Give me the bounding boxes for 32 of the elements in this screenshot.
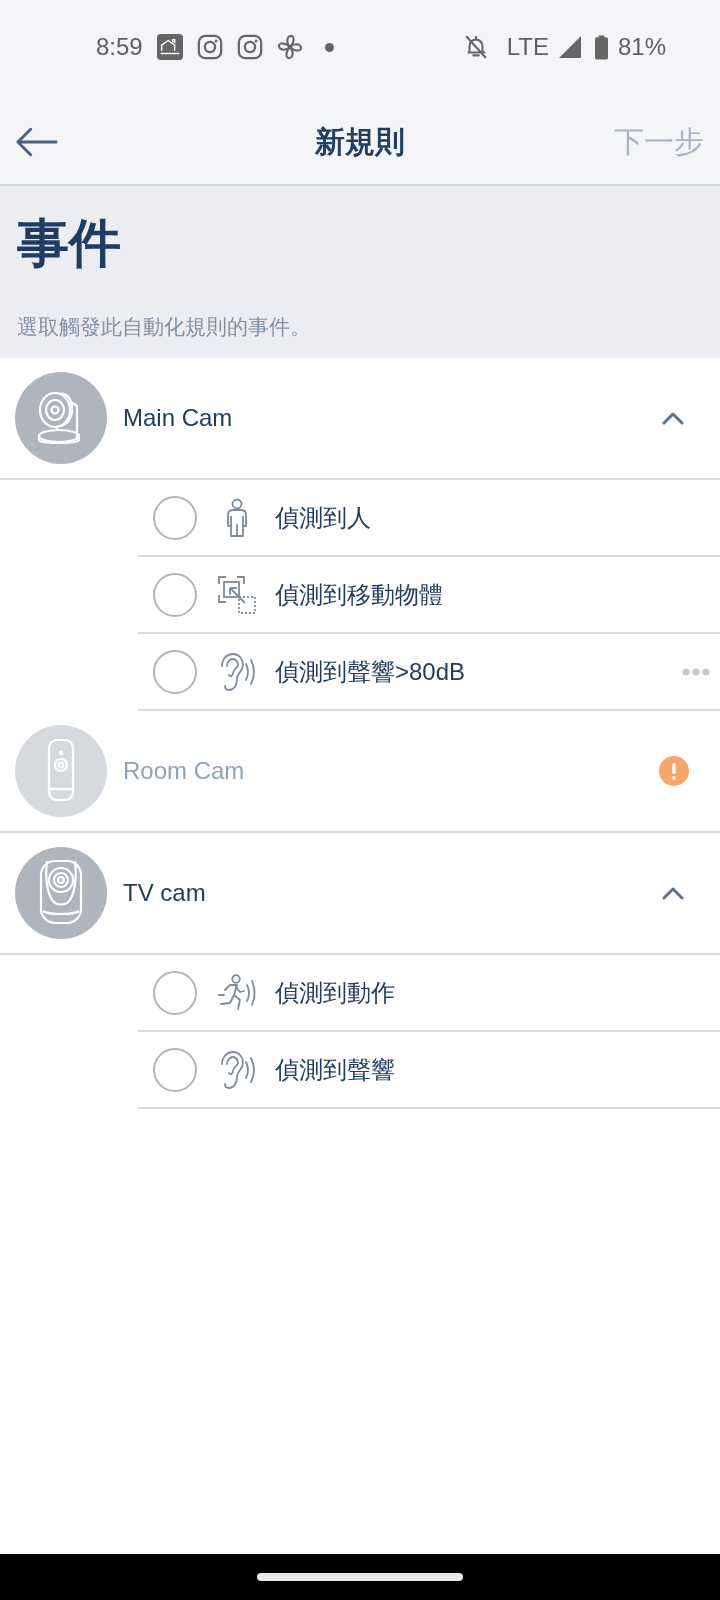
event-label: 偵測到人 (275, 502, 371, 533)
collapse-chevron-icon[interactable] (662, 411, 684, 425)
pinwheel-icon (276, 34, 303, 60)
device-name[interactable]: Main Cam (123, 404, 233, 432)
home-handle[interactable] (257, 1573, 463, 1581)
battery-percent: 81% (617, 35, 666, 59)
notification-dot-icon (324, 42, 334, 52)
radio-button[interactable] (153, 649, 197, 694)
radio-button[interactable] (153, 495, 197, 540)
camera-app-notification-icon (196, 34, 223, 60)
device-name[interactable]: TV cam (123, 879, 206, 907)
more-options-icon[interactable] (682, 667, 710, 676)
camera-app-notification-icon (236, 34, 263, 60)
back-icon[interactable] (15, 127, 58, 157)
radio-button[interactable] (153, 1047, 197, 1092)
app-house-notification-icon (156, 34, 183, 60)
running-person-icon (217, 972, 257, 1013)
moving-object-icon (217, 574, 257, 615)
radio-button[interactable] (153, 572, 197, 617)
event-label: 偵測到動作 (275, 977, 395, 1008)
clock-time: 8:59 (96, 35, 143, 59)
network-type: LTE (506, 35, 549, 59)
page-title: 新規則 (314, 123, 405, 160)
signal-icon (558, 36, 581, 58)
event-label: 偵測到聲響>80dB (275, 656, 466, 687)
section-title: 事件 (17, 213, 122, 274)
collapse-chevron-icon[interactable] (662, 886, 684, 900)
battery-icon (594, 34, 608, 60)
radio-button[interactable] (153, 970, 197, 1015)
event-label: 偵測到聲響 (275, 1054, 395, 1085)
event-label: 偵測到移動物體 (275, 579, 443, 610)
section-description: 選取觸發此自動化規則的事件。 (17, 314, 312, 340)
